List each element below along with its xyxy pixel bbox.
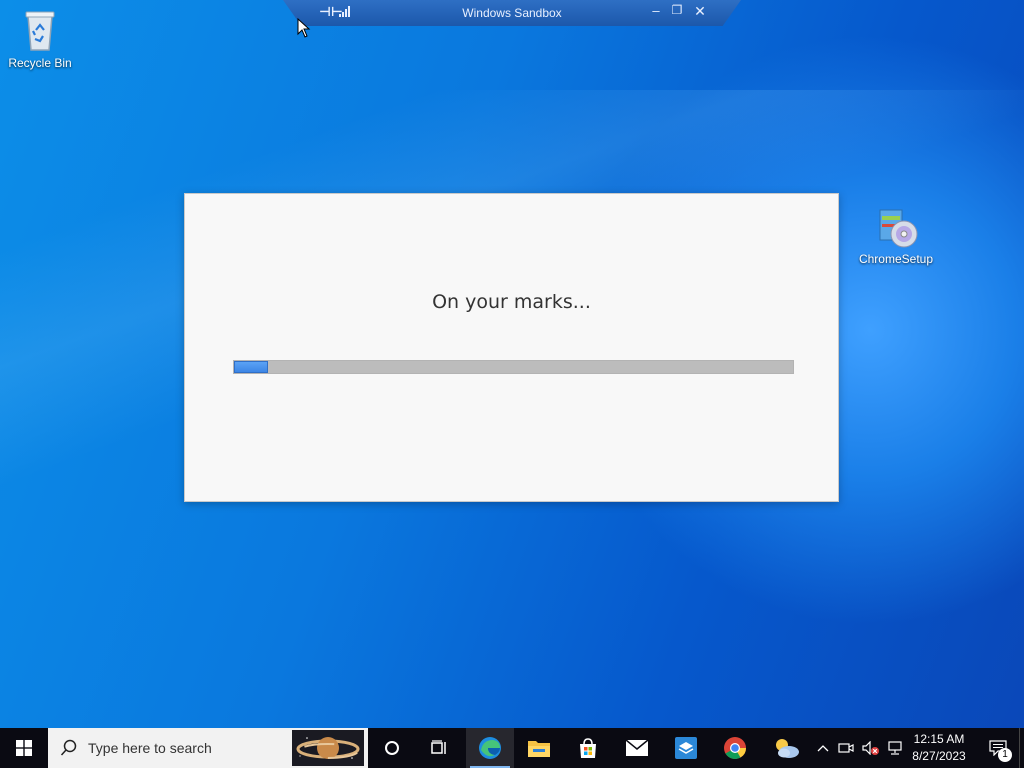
clock-time: 12:15 AM	[913, 732, 965, 746]
restore-button[interactable]: ❐	[668, 3, 686, 17]
sandbox-taskbar-button[interactable]	[662, 728, 710, 768]
windows-logo-icon	[16, 740, 32, 756]
weather-icon	[776, 739, 799, 758]
edge-icon	[479, 737, 501, 759]
file-explorer-icon	[528, 741, 550, 757]
mail-taskbar-button[interactable]	[613, 728, 661, 768]
show-desktop-button[interactable]	[1019, 728, 1024, 768]
desktop-icon-label: ChromeSetup	[858, 252, 934, 266]
taskbar-clock[interactable]: 12:15 AM 8/27/2023	[908, 731, 970, 765]
chrome-taskbar-button[interactable]	[711, 728, 759, 768]
desktop-icon-chromesetup[interactable]: ChromeSetup	[856, 202, 936, 266]
close-button[interactable]: ✕	[691, 3, 709, 20]
camera-tray-button[interactable]	[836, 728, 856, 768]
show-hidden-icons-button[interactable]	[814, 728, 832, 768]
chrome-icon	[724, 737, 746, 759]
installer-status-heading: On your marks...	[432, 291, 591, 313]
search-placeholder: Type here to search	[88, 740, 212, 756]
store-icon	[580, 738, 596, 758]
action-center-button[interactable]: 1	[978, 728, 1018, 768]
start-button[interactable]	[0, 728, 48, 768]
clock-date: 8/27/2023	[912, 749, 966, 763]
notification-count-badge: 1	[998, 748, 1012, 762]
task-view-icon	[431, 740, 446, 754]
installer-progress-bar	[233, 360, 794, 374]
cortana-button[interactable]	[368, 728, 416, 768]
minimize-button[interactable]: –	[647, 3, 665, 18]
desktop-icon-recycle-bin[interactable]: Recycle Bin	[0, 6, 80, 70]
cortana-icon	[385, 741, 399, 755]
mouse-cursor-icon	[297, 18, 311, 38]
recycle-bin-icon	[25, 11, 55, 51]
chrome-installer-dialog: On your marks...	[184, 193, 839, 502]
store-taskbar-button[interactable]	[564, 728, 612, 768]
network-tray-button[interactable]	[885, 728, 905, 768]
search-highlight-saturn-icon	[292, 730, 364, 766]
taskbar-search-box[interactable]: Type here to search	[48, 728, 368, 768]
search-icon	[60, 739, 77, 756]
file-explorer-taskbar-button[interactable]	[515, 728, 563, 768]
network-icon	[888, 741, 902, 755]
sandbox-icon	[675, 737, 697, 759]
volume-tray-button[interactable]	[860, 728, 882, 768]
weather-widget-button[interactable]	[762, 728, 810, 768]
volume-muted-icon	[862, 741, 879, 755]
desktop-icon-label: Recycle Bin	[8, 56, 72, 70]
task-view-button[interactable]	[416, 728, 464, 768]
camera-icon	[838, 743, 854, 753]
installer-icon	[879, 209, 918, 248]
taskbar: Type here to search 12:15 AM 8/27/2023 1	[0, 728, 1024, 768]
sandbox-connection-bar[interactable]: ⊣⊢ Windows Sandbox – ❐ ✕	[283, 0, 741, 26]
chevron-up-icon	[817, 745, 829, 752]
installer-progress-fill	[234, 361, 268, 373]
edge-taskbar-button[interactable]	[466, 728, 514, 768]
mail-icon	[625, 739, 649, 756]
